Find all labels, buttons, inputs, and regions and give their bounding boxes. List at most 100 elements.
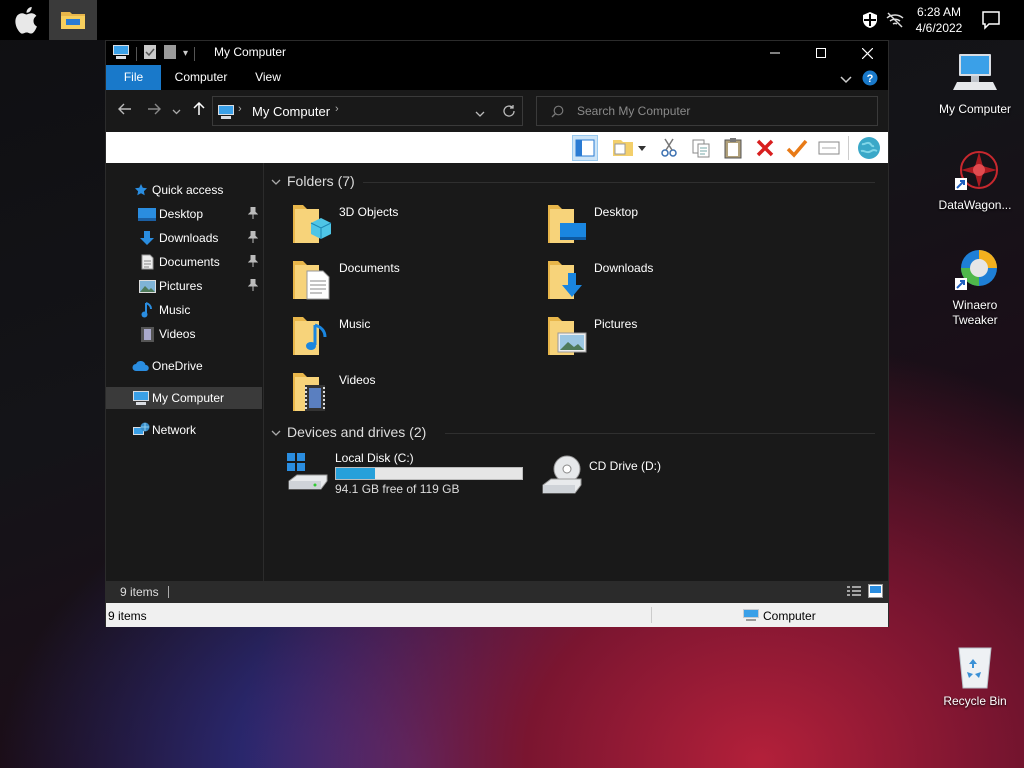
nav-item-music[interactable]: Music bbox=[106, 299, 262, 321]
taskbar-clock[interactable]: 6:28 AM 4/6/2022 bbox=[908, 4, 970, 36]
folder-item-desktop[interactable]: Desktop bbox=[544, 201, 784, 253]
nav-network[interactable]: Network bbox=[106, 419, 262, 441]
folder-item-downloads[interactable]: Downloads bbox=[544, 257, 784, 309]
drive-item-cd-drive-d[interactable]: CD Drive (D:) bbox=[539, 451, 779, 503]
search-box[interactable]: Search My Computer bbox=[536, 96, 878, 126]
drive-free-space: 94.1 GB free of 119 GB bbox=[335, 482, 460, 496]
folder-item-music[interactable]: Music bbox=[289, 313, 529, 365]
address-history-chevron-icon[interactable] bbox=[475, 107, 485, 121]
drive-item-local-disk-c[interactable]: Local Disk (C:) 94.1 GB free of 119 GB bbox=[285, 451, 525, 503]
nav-label: Network bbox=[152, 423, 197, 437]
address-bar[interactable]: › My Computer › bbox=[212, 96, 523, 126]
group-divider bbox=[363, 182, 875, 183]
globe-icon[interactable] bbox=[856, 135, 882, 161]
nav-label: OneDrive bbox=[152, 359, 203, 373]
title-bar[interactable]: ▾ My Computer bbox=[106, 41, 888, 65]
folder-music-icon bbox=[289, 313, 333, 357]
group-header-label: Folders (7) bbox=[287, 173, 355, 189]
folder-item-videos[interactable]: Videos bbox=[289, 369, 529, 421]
film-strip-icon bbox=[138, 326, 156, 342]
network-disconnected-icon[interactable] bbox=[885, 10, 905, 30]
folder-item-3d-objects[interactable]: 3D Objects bbox=[289, 201, 529, 253]
help-icon[interactable]: ? bbox=[862, 70, 878, 89]
delete-icon[interactable] bbox=[752, 135, 778, 161]
recycle-bin-icon bbox=[951, 642, 999, 690]
folder-documents-icon bbox=[289, 257, 333, 301]
window-title: My Computer bbox=[214, 45, 287, 59]
tab-file[interactable]: File bbox=[106, 65, 161, 90]
tab-view[interactable]: View bbox=[246, 65, 290, 90]
pin-icon[interactable] bbox=[247, 230, 259, 243]
clock-time: 6:28 AM bbox=[916, 5, 962, 19]
rename-icon[interactable] bbox=[816, 135, 842, 161]
layout-dropdown-chevron-icon[interactable] bbox=[636, 135, 648, 161]
nav-item-videos[interactable]: Videos bbox=[106, 323, 262, 345]
desktop-icon-my-computer[interactable]: My Computer bbox=[930, 50, 1020, 117]
recent-locations-chevron-icon[interactable] bbox=[169, 102, 183, 120]
start-apple-icon[interactable] bbox=[8, 4, 42, 36]
music-note-icon bbox=[138, 302, 156, 318]
separator bbox=[136, 46, 137, 61]
zone-label: Computer bbox=[763, 609, 816, 623]
paste-icon[interactable] bbox=[720, 135, 746, 161]
computer-icon bbox=[132, 390, 150, 406]
nav-item-downloads[interactable]: Downloads bbox=[106, 227, 262, 249]
details-view-icon[interactable] bbox=[846, 585, 862, 601]
refresh-icon[interactable] bbox=[502, 104, 516, 121]
customize-qat-chevron-icon[interactable]: ▾ bbox=[183, 48, 188, 59]
security-shield-icon[interactable] bbox=[860, 10, 880, 30]
minimize-button[interactable] bbox=[752, 41, 798, 65]
taskbar-file-explorer-icon[interactable] bbox=[49, 0, 97, 40]
network-globe-icon bbox=[132, 422, 150, 438]
cut-icon[interactable] bbox=[656, 135, 682, 161]
desktop-icon-datawagon[interactable]: DataWagon... bbox=[930, 146, 1020, 213]
new-folder-icon[interactable] bbox=[163, 44, 177, 63]
group-header-drives[interactable]: Devices and drives (2) bbox=[271, 424, 426, 440]
pin-icon[interactable] bbox=[247, 254, 259, 267]
nav-label: Pictures bbox=[159, 279, 203, 293]
nav-item-desktop[interactable]: Desktop bbox=[106, 203, 262, 225]
local-disk-windows-icon bbox=[285, 451, 329, 495]
nav-item-pictures[interactable]: Pictures bbox=[106, 275, 262, 297]
document-icon bbox=[138, 254, 156, 270]
nav-my-computer[interactable]: My Computer bbox=[106, 387, 262, 409]
pictures-icon bbox=[138, 278, 156, 294]
group-divider bbox=[445, 433, 875, 434]
up-button[interactable] bbox=[190, 101, 208, 120]
folder-item-documents[interactable]: Documents bbox=[289, 257, 529, 309]
breadcrumb-chevron-icon[interactable]: › bbox=[238, 103, 242, 115]
layout-icon[interactable] bbox=[610, 135, 636, 161]
nav-quick-access[interactable]: Quick access bbox=[106, 179, 262, 201]
content-pane: Folders (7) 3D Objects Desktop Documents bbox=[265, 163, 888, 581]
maximize-button[interactable] bbox=[798, 41, 844, 65]
checkmark-icon[interactable] bbox=[784, 135, 810, 161]
folder-item-pictures[interactable]: Pictures bbox=[544, 313, 784, 365]
close-button[interactable] bbox=[844, 41, 890, 65]
forward-button[interactable] bbox=[145, 102, 163, 120]
notification-center-icon[interactable] bbox=[980, 9, 1002, 31]
collapse-chevron-icon[interactable] bbox=[271, 424, 287, 440]
desktop-icon bbox=[138, 206, 156, 222]
nav-item-documents[interactable]: Documents bbox=[106, 251, 262, 273]
nav-onedrive[interactable]: OneDrive bbox=[106, 355, 262, 377]
desktop-icon-recycle-bin[interactable]: Recycle Bin bbox=[930, 642, 1020, 709]
group-header-folders[interactable]: Folders (7) bbox=[271, 173, 355, 189]
download-arrow-icon bbox=[138, 230, 156, 246]
desktop-icon-label: DataWagon... bbox=[938, 198, 1012, 212]
desktop-icon-winaero-tweaker[interactable]: Winaero Tweaker bbox=[930, 246, 1020, 328]
large-icons-view-icon[interactable] bbox=[868, 584, 883, 601]
copy-icon[interactable] bbox=[688, 135, 714, 161]
breadcrumb-my-computer[interactable]: My Computer bbox=[252, 104, 330, 119]
properties-icon[interactable] bbox=[143, 44, 157, 63]
navigation-pane-toggle-icon[interactable] bbox=[572, 135, 598, 161]
pin-icon[interactable] bbox=[247, 278, 259, 291]
tab-computer[interactable]: Computer bbox=[168, 65, 234, 90]
status-bar-classic: 9 items Computer bbox=[106, 603, 888, 627]
back-button[interactable] bbox=[116, 102, 134, 120]
breadcrumb-chevron-icon[interactable]: › bbox=[335, 103, 339, 115]
expand-ribbon-chevron-icon[interactable] bbox=[840, 73, 852, 87]
folder-downloads-icon bbox=[544, 257, 588, 301]
navigation-pane: Quick access Desktop Downloads Documents bbox=[106, 163, 264, 581]
collapse-chevron-icon[interactable] bbox=[271, 173, 287, 189]
pin-icon[interactable] bbox=[247, 206, 259, 219]
